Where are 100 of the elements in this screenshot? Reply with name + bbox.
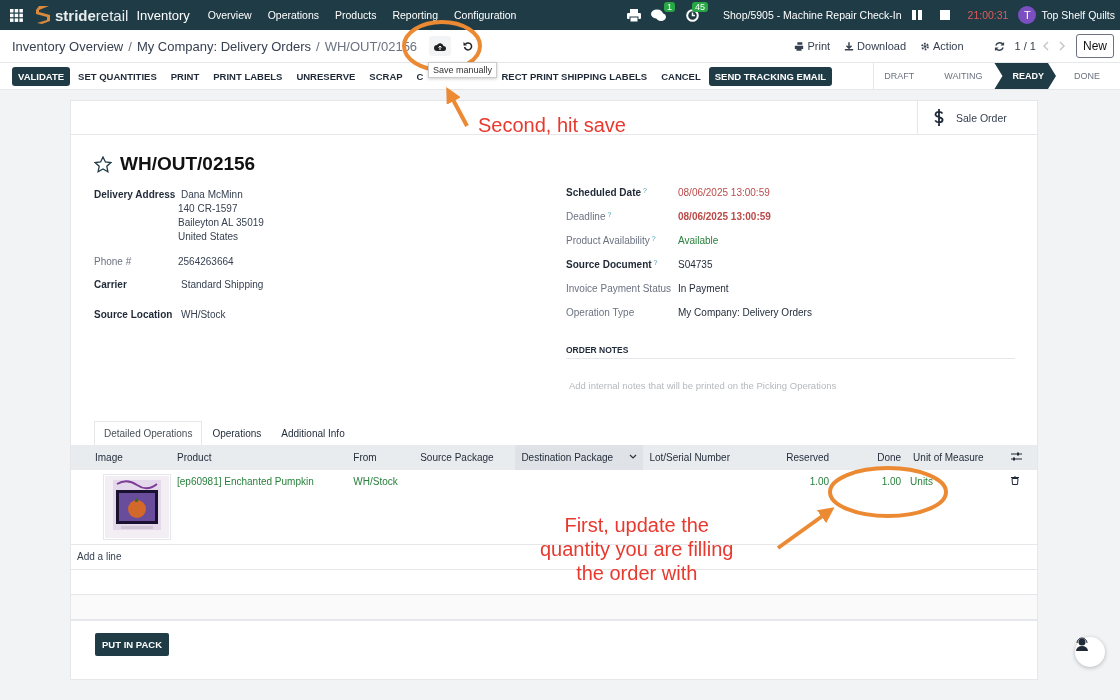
pager-value: 1 / 1 [1014, 40, 1036, 52]
field-value: 08/06/2025 13:00:59 [678, 187, 770, 198]
chat-icon[interactable] [650, 8, 666, 22]
refresh-icon[interactable] [993, 40, 1005, 52]
apps-menu-icon[interactable] [10, 8, 23, 22]
dollar-icon [934, 109, 944, 126]
field-value: My Company: Delivery Orders [678, 307, 812, 318]
logo-icon [34, 4, 52, 26]
action-button[interactable]: CANCEL [655, 66, 707, 86]
field-label: Source Location [94, 309, 174, 320]
record-title: WH/OUT/02156 [120, 153, 256, 175]
column-header[interactable]: Product [171, 445, 348, 470]
table-cell: WH/Stock [347, 470, 415, 545]
field-label: Source Document [566, 259, 652, 270]
action-button[interactable]: UNRESERVE [290, 66, 362, 86]
field-label: Invoice Payment Status [566, 283, 672, 294]
menu-item[interactable]: Products [327, 9, 385, 21]
action-button[interactable]: VALIDATE [12, 66, 71, 86]
field-value: United States [178, 231, 240, 242]
breadcrumb-link[interactable]: Inventory Overview [12, 38, 124, 54]
field-label: Operation Type [566, 307, 635, 318]
tooltip: Save manually [428, 62, 498, 78]
menu-item[interactable]: Operations [259, 9, 327, 21]
column-header[interactable]: From [347, 445, 415, 470]
trash-icon[interactable] [1011, 476, 1019, 485]
field-value: Standard Shipping [181, 279, 264, 290]
help-button[interactable] [1075, 637, 1105, 667]
brand-name: strideretail [55, 6, 129, 24]
clock-icon[interactable] [685, 8, 699, 22]
table-cell: [ep60981] Enchanted Pumpkin [171, 470, 348, 545]
table-cell: Units [907, 470, 1005, 545]
put-in-pack-button[interactable]: PUT IN PACK [95, 633, 169, 656]
avatar[interactable]: T [1018, 6, 1037, 24]
cloud-upload-icon[interactable] [434, 41, 447, 51]
breadcrumb-link[interactable]: My Company: Delivery Orders [136, 38, 311, 54]
stop-icon[interactable] [939, 10, 950, 20]
table-cell: 1.00 [753, 470, 836, 545]
annotation-arrow [446, 86, 469, 127]
menu-item[interactable]: Overview [199, 9, 260, 21]
toolbar-link[interactable]: Download [844, 40, 906, 52]
column-header[interactable]: Destination Package [515, 445, 644, 470]
new-button[interactable]: New [1076, 34, 1114, 58]
add-line-link[interactable]: Add a line [77, 551, 122, 562]
printer-icon [794, 40, 805, 52]
menu-item[interactable]: Configuration [445, 9, 525, 21]
undo-icon[interactable] [463, 41, 474, 51]
field-label: Delivery Address [94, 189, 177, 202]
column-settings-icon[interactable] [1011, 452, 1022, 461]
notification-badge: 45 [691, 1, 708, 12]
field-value: WH/Stock [181, 309, 226, 320]
session-name[interactable]: Shop/5905 - Machine Repair Check-In [722, 9, 902, 21]
table-cell[interactable]: 1.00 [835, 470, 908, 545]
pause-icon[interactable] [911, 10, 922, 20]
company-name[interactable]: Top Shelf Quilts [1041, 9, 1115, 21]
action-button[interactable]: PRINT LABELS [207, 66, 289, 86]
column-header[interactable]: Done [835, 445, 908, 470]
breadcrumb-separator: / [128, 38, 132, 54]
status-step[interactable]: READY [994, 63, 1056, 89]
field-value: 140 CR-1597 [178, 203, 239, 214]
field-label: Scheduled Date [566, 187, 642, 198]
sale-order-button[interactable]: Sale Order [917, 101, 1037, 134]
field-label: Product Availability [566, 235, 650, 246]
field-value: 2564263664 [178, 256, 234, 267]
caret-icon [629, 454, 638, 460]
field-value: Baileyton AL 35019 [178, 217, 264, 228]
section-heading: ORDER NOTES [566, 345, 1015, 359]
star-icon[interactable] [94, 155, 112, 173]
field-value: S04735 [678, 259, 713, 270]
app-name[interactable]: Inventory [136, 7, 190, 23]
action-button[interactable]: RECT PRINT SHIPPING LABELS [495, 66, 654, 86]
column-header[interactable]: Source Package [414, 445, 516, 470]
toolbar-link[interactable]: Print [794, 40, 831, 52]
action-button[interactable]: SEND TRACKING EMAIL [708, 66, 833, 86]
field-value: Dana McMinn [181, 189, 244, 200]
download-icon [844, 40, 855, 52]
notification-badge: 1 [663, 1, 675, 12]
support-agent-icon [1075, 637, 1089, 651]
annotation-text: First, update the quantity you are filling the order with [540, 513, 734, 585]
printer-icon[interactable] [626, 8, 641, 22]
field-value: In Payment [678, 283, 729, 294]
action-button[interactable]: C [410, 66, 430, 86]
field-value: Available [678, 235, 719, 246]
action-button[interactable]: PRINT [164, 66, 206, 86]
toolbar-link[interactable]: Action [920, 40, 964, 52]
timer: 21:00:31 [967, 9, 1009, 21]
field-label: Carrier [94, 279, 128, 290]
breadcrumb-separator: / [316, 38, 320, 54]
field-label: Deadline [566, 211, 606, 222]
tab[interactable]: Additional Info [271, 421, 355, 445]
tab[interactable]: Operations [202, 421, 272, 445]
field-label: Phone # [94, 256, 133, 267]
action-button[interactable]: SET QUANTITIES [72, 66, 163, 86]
action-button[interactable]: SCRAP [363, 66, 409, 86]
annotation-text: Second, hit save [478, 113, 626, 137]
menu-item[interactable]: Reporting [384, 9, 446, 21]
column-header[interactable]: Reserved [753, 445, 836, 470]
column-header[interactable]: Unit of Measure [907, 445, 1005, 470]
column-header[interactable]: Lot/Serial Number [643, 445, 754, 470]
column-header[interactable]: Image [71, 445, 171, 470]
annotation-arrow [776, 507, 835, 550]
